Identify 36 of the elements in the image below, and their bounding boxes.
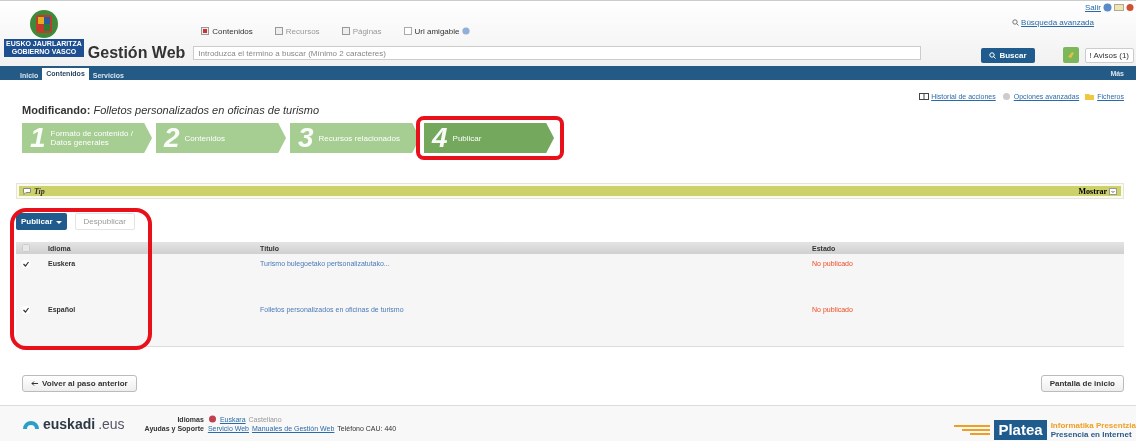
speed-lines-icon: [954, 424, 991, 436]
search-button[interactable]: Buscar: [981, 47, 1035, 63]
checkbox[interactable]: [22, 260, 30, 268]
folder-icon: [1085, 92, 1096, 101]
tip-label: Tip: [34, 186, 45, 196]
radio-button[interactable]: [201, 27, 210, 35]
left-arrow-icon: [31, 381, 38, 386]
app-title: Gestión Web: [87, 44, 186, 62]
platea-tagline: Presencia en Internet: [1050, 430, 1133, 439]
mail-icon[interactable]: [1114, 3, 1124, 12]
logout-link[interactable]: Salir: [1085, 3, 1101, 12]
platea-tagline: Informatika Presentzia: [1050, 421, 1136, 430]
publish-button[interactable]: Publicar: [16, 213, 67, 230]
checkbox[interactable]: [22, 306, 30, 314]
advanced-search-link[interactable]: Búsqueda avanzada: [1021, 18, 1094, 27]
search-field[interactable]: Introduzca el término a buscar (Mínimo 2 caracteres): [193, 46, 921, 60]
expand-icon: [1109, 187, 1117, 195]
radio-button[interactable]: [274, 27, 283, 35]
scope-option[interactable]: Contenidos: [212, 26, 253, 36]
back-button[interactable]: Volver al paso anterior: [22, 375, 137, 392]
search-icon: [1012, 19, 1020, 26]
caret-icon: [55, 219, 62, 224]
radio-button[interactable]: [341, 27, 350, 35]
book-icon: [919, 92, 930, 101]
home-screen-button[interactable]: Pantalla de inicio: [1040, 375, 1124, 392]
speech-bubble-icon: [23, 187, 31, 195]
arc-icon: [22, 418, 40, 429]
euskadi-logo: euskadi .eus: [22, 415, 125, 432]
show-toggle[interactable]: Mostrar: [1078, 186, 1117, 196]
page-heading: Modificando: Folletos personalizados en oficinas de turismo: [22, 104, 321, 116]
coat-of-arms-icon: [28, 9, 59, 39]
search-icon: [989, 51, 997, 59]
notices-button[interactable]: ! Avisos (1): [1084, 47, 1134, 63]
platea-logo: Platea: [994, 420, 1047, 440]
checkbox-label[interactable]: Url amigable: [414, 26, 460, 36]
checkbox[interactable]: [403, 27, 412, 35]
